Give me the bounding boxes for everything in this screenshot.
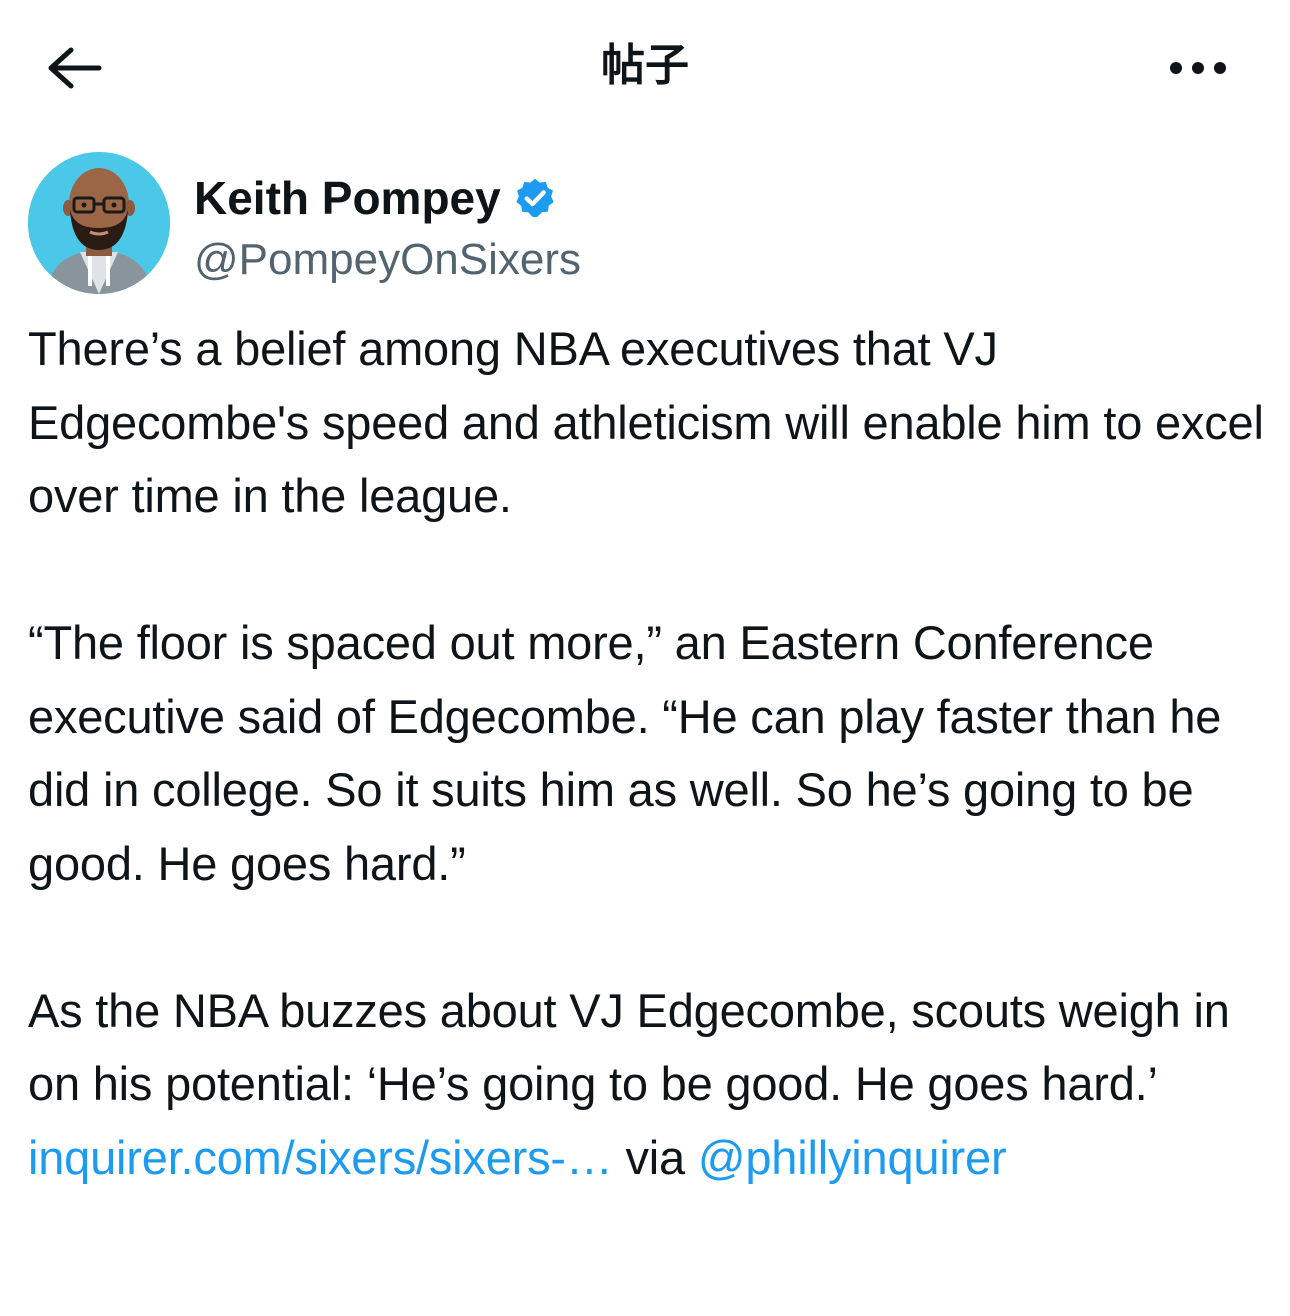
avatar-image [28,152,170,294]
verified-badge-icon [516,178,554,218]
article-link[interactable]: inquirer.com/sixers/sixers-… [28,1131,613,1184]
post-paragraph-1: There’s a belief among NBA executives th… [28,322,1264,522]
avatar[interactable] [28,152,170,294]
mention-link[interactable]: @phillyinquirer [698,1131,1007,1184]
post-paragraph-3-text: As the NBA buzzes about VJ Edgecombe, sc… [28,983,1230,1111]
post-paragraph-3: As the NBA buzzes about VJ Edgecombe, sc… [28,974,1268,1195]
post-author: Keith Pompey @PompeyOnSixers [28,152,1028,297]
author-name-text: Keith Pompey [194,172,501,224]
author-handle[interactable]: @PompeyOnSixers [194,232,581,288]
post-paragraph-2: “The floor is spaced out more,” an Easte… [28,616,1222,890]
post-text: There’s a belief among NBA executives th… [28,312,1268,1194]
author-name[interactable]: Keith Pompey [194,170,557,226]
more-options-button[interactable] [1158,40,1238,96]
more-horizontal-icon [1170,62,1226,74]
page-title: 帖子 [601,40,689,91]
via-text: via [612,1130,698,1184]
top-bar: 帖子 [0,0,1290,130]
